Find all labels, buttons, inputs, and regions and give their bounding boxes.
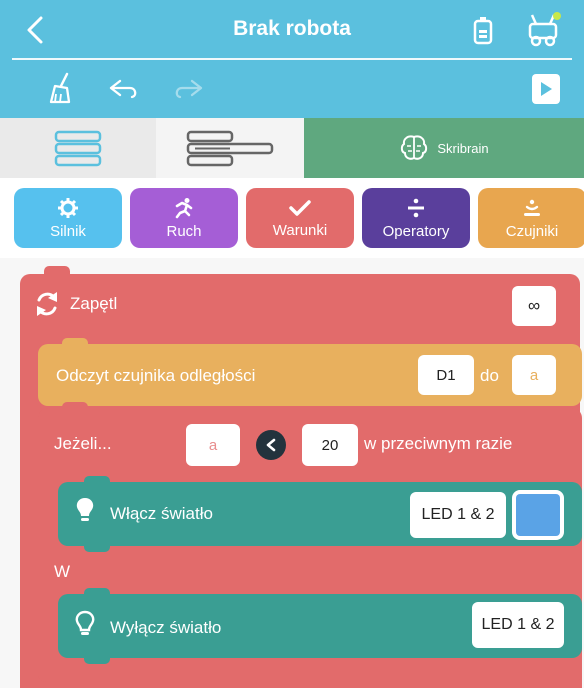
loop-icon	[32, 290, 62, 318]
block-notch	[84, 542, 110, 552]
tab-advanced-blocks[interactable]	[156, 118, 304, 178]
light-off-label: Wyłącz światło	[110, 618, 222, 637]
brain-icon	[401, 135, 428, 160]
read-sensor-label: Odczyt czujnika odległości	[56, 366, 256, 385]
if-value-field[interactable]: 20	[302, 424, 358, 466]
loop-label: Zapętl	[70, 294, 118, 313]
else-label: W	[54, 562, 71, 581]
undo-icon[interactable]	[104, 72, 144, 106]
category-operatory[interactable]: Operatory	[362, 188, 470, 248]
light-on-leds-field[interactable]: LED 1 & 2	[410, 492, 506, 538]
category-czujniki[interactable]: Czujniki	[478, 188, 584, 248]
category-silnik[interactable]: Silnik	[14, 188, 122, 248]
battery-icon	[472, 16, 494, 46]
running-icon	[175, 197, 193, 218]
loop-count-field[interactable]: ∞	[512, 286, 556, 326]
if-block-end	[38, 668, 582, 682]
light-color-picker[interactable]	[512, 490, 564, 540]
category-tabs: Skribrain	[0, 118, 584, 178]
tab-skribrain[interactable]: Skribrain	[304, 118, 584, 178]
play-button[interactable]	[532, 74, 560, 104]
play-icon	[541, 82, 552, 96]
category-ruch[interactable]: Ruch	[130, 188, 238, 248]
sensor-port-field[interactable]: D1	[418, 355, 474, 395]
redo-icon[interactable]	[168, 72, 208, 106]
loop-rail	[20, 338, 34, 688]
check-icon	[289, 199, 311, 216]
category-label: Operatory	[382, 222, 450, 240]
divide-icon	[408, 198, 424, 217]
if-rail	[38, 476, 54, 686]
page-title: Brak robota	[233, 17, 351, 40]
category-label: Ruch	[166, 222, 202, 240]
sensor-variable-field[interactable]: a	[512, 355, 556, 395]
category-label: Warunki	[272, 221, 328, 239]
else-inline-label: w przeciwnym razie	[364, 434, 513, 453]
broom-icon[interactable]	[44, 72, 80, 106]
code-workspace[interactable]: Zapętl ∞ Odczyt czujnika odległości D1 d…	[0, 258, 584, 688]
bulb-on-icon	[74, 496, 96, 526]
gear-icon	[58, 197, 78, 218]
robot-connection-icon[interactable]	[526, 10, 562, 48]
light-off-leds-field[interactable]: LED 1 & 2	[472, 602, 564, 648]
block-notch	[84, 654, 110, 664]
top-bar: Brak robota	[0, 0, 584, 118]
blocks-advanced-icon	[186, 130, 274, 167]
if-variable-field[interactable]: a	[186, 424, 240, 466]
block-category-bar: Silnik Ruch Warunki Operatory Czujniki	[0, 178, 584, 258]
category-label: Czujniki	[505, 222, 559, 240]
to-label: do	[480, 366, 499, 385]
if-label: Jeżeli...	[54, 434, 112, 453]
light-color-swatch	[516, 494, 560, 536]
tab-skribrain-label: Skribrain	[437, 140, 489, 156]
less-than-icon[interactable]	[256, 430, 286, 460]
sensor-icon	[524, 199, 540, 216]
light-on-label: Włącz światło	[110, 504, 213, 523]
bulb-off-icon	[74, 610, 96, 640]
tab-simple-blocks[interactable]	[0, 118, 156, 178]
header-divider	[12, 58, 572, 60]
blocks-simple-icon	[54, 130, 102, 167]
category-warunki[interactable]: Warunki	[246, 188, 354, 248]
category-label: Silnik	[50, 222, 86, 240]
